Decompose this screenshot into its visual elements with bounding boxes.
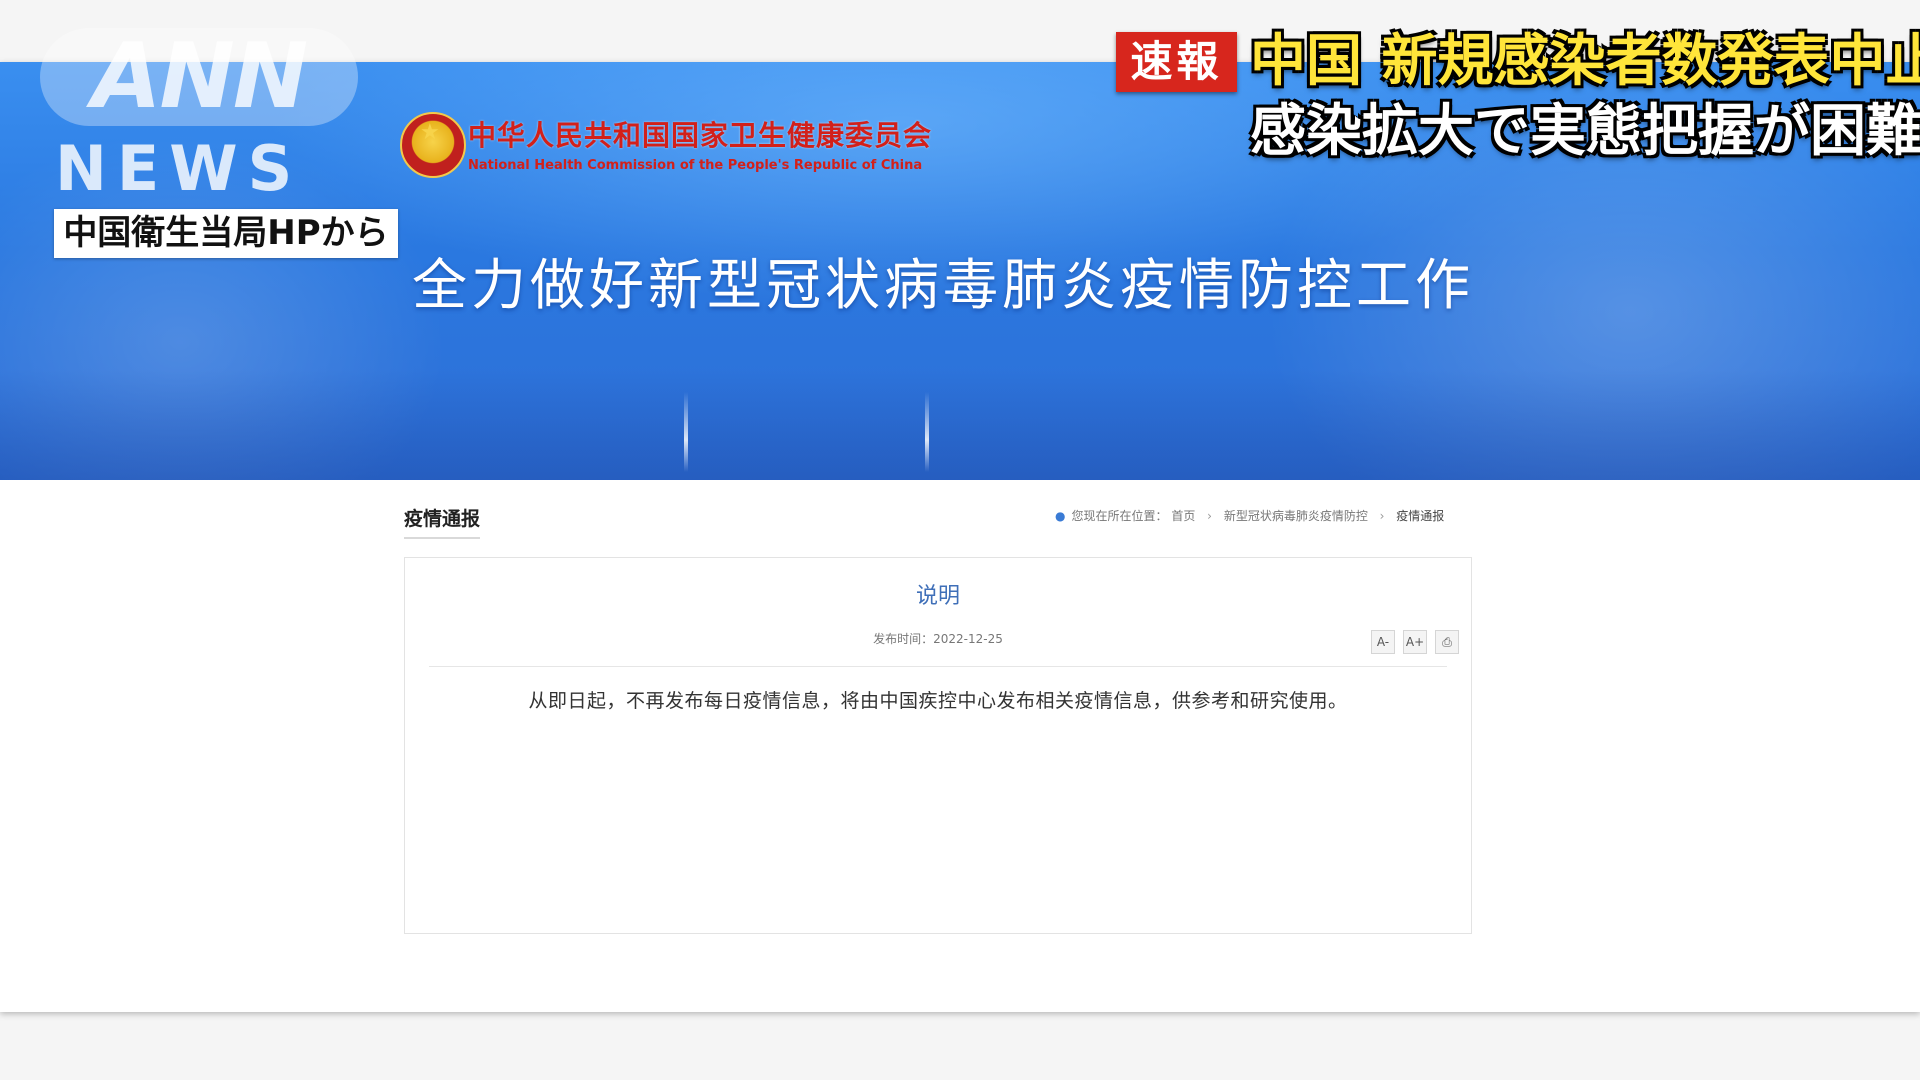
breadcrumb: ● 您现在所在位置： 首页 › 新型冠状病毒肺炎疫情防控 › 疫情通报 (1055, 507, 1475, 524)
article-tools: A- A+ ⎙ (1371, 630, 1459, 654)
divider (429, 666, 1447, 667)
breadcrumb-item-home[interactable]: 首页 (1171, 509, 1195, 523)
location-pin-icon: ● (1055, 509, 1066, 523)
print-icon[interactable]: ⎙ (1435, 630, 1459, 654)
breadcrumb-item-current[interactable]: 疫情通报 (1396, 509, 1444, 523)
headline-line-1: 中国 新規感染者数発表中止 (1250, 29, 1920, 94)
breadcrumb-item-covid[interactable]: 新型冠状病毒肺炎疫情防控 (1224, 509, 1368, 523)
breaking-news-badge: 速報 (1116, 32, 1237, 92)
ann-news-logo: NEWS (55, 132, 303, 205)
breadcrumb-separator-icon: › (1207, 509, 1212, 523)
font-increase-button[interactable]: A+ (1403, 630, 1427, 654)
article-card: 说明 发布时间：2022-12-25 A- A+ ⎙ 从即日起，不再发布每日疫情… (404, 557, 1472, 934)
banner-shade (0, 370, 1920, 480)
headline-line-2: 感染拡大で実態把握が困難か (1250, 99, 1920, 164)
publish-date: 发布时间：2022-12-25 (873, 632, 1003, 646)
national-emblem-icon[interactable]: ★ (400, 112, 466, 178)
breadcrumb-separator-icon: › (1379, 509, 1385, 523)
breadcrumb-prefix: 您现在所在位置： (1071, 509, 1168, 523)
banner-light-line (684, 392, 688, 472)
font-decrease-button[interactable]: A- (1371, 630, 1395, 654)
org-name-cn[interactable]: 中华人民共和国国家卫生健康委员会 (468, 114, 932, 154)
banner-light-line (925, 392, 929, 472)
org-name-en: National Health Commission of the People… (468, 158, 923, 173)
section-title: 疫情通报 (404, 504, 481, 539)
article-title: 说明 (915, 584, 960, 609)
ann-logo: ANN (40, 28, 358, 126)
source-caption: 中国衛生当局HPから (54, 209, 398, 258)
banner-title: 全力做好新型冠状病毒肺炎疫情防控工作 (412, 253, 1475, 317)
article-body: 从即日起，不再发布每日疫情信息，将由中国疾控中心发布相关疫情信息，供参考和研究使… (528, 690, 1348, 712)
